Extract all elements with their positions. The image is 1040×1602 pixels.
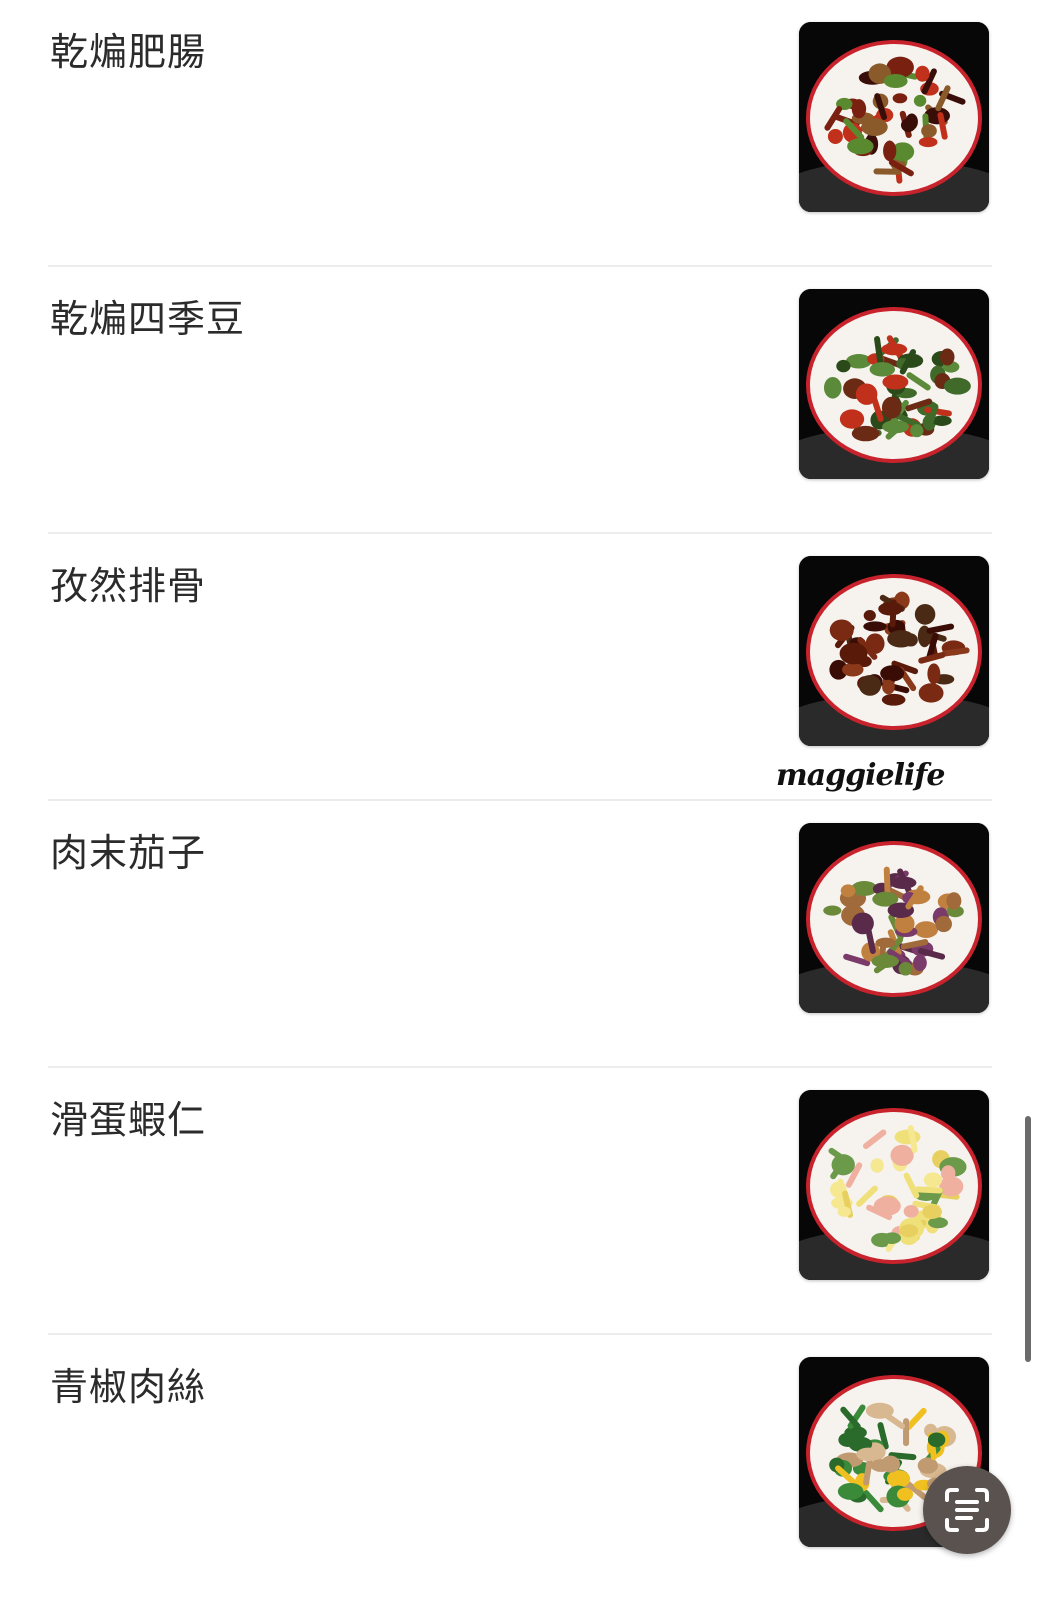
minced-pork-eggplant-photo (799, 823, 989, 1013)
scrollbar[interactable] (1025, 1116, 1031, 1362)
scan-text-button[interactable] (923, 1466, 1011, 1554)
dry-fried-intestines-photo (799, 22, 989, 212)
menu-item[interactable]: 肉末茄子 (48, 801, 992, 1068)
dish-photo[interactable] (799, 289, 989, 479)
dry-fried-green-beans-photo (799, 289, 989, 479)
dish-name: 青椒肉絲 (50, 1365, 207, 1409)
menu-item[interactable]: 乾煸四季豆 (48, 267, 992, 534)
cumin-spare-ribs-photo (799, 556, 989, 746)
dish-photo[interactable] (799, 22, 989, 212)
dish-name: 滑蛋蝦仁 (50, 1098, 207, 1142)
dish-photo[interactable] (799, 823, 989, 1013)
watermark: maggielife (776, 758, 945, 793)
dish-name: 乾煸肥腸 (50, 30, 207, 74)
scrambled-egg-shrimp-photo (799, 1090, 989, 1280)
dish-photo[interactable] (799, 1090, 989, 1280)
dish-name: 乾煸四季豆 (50, 297, 246, 341)
menu-item[interactable]: 青椒肉絲 (48, 1335, 992, 1602)
dish-name: 肉末茄子 (50, 831, 207, 875)
dish-photo[interactable] (799, 556, 989, 746)
dish-name: 孜然排骨 (50, 564, 207, 608)
menu-item[interactable]: 乾煸肥腸 (48, 0, 992, 267)
menu-item[interactable]: 滑蛋蝦仁 (48, 1068, 992, 1335)
scan-text-icon (945, 1488, 989, 1532)
